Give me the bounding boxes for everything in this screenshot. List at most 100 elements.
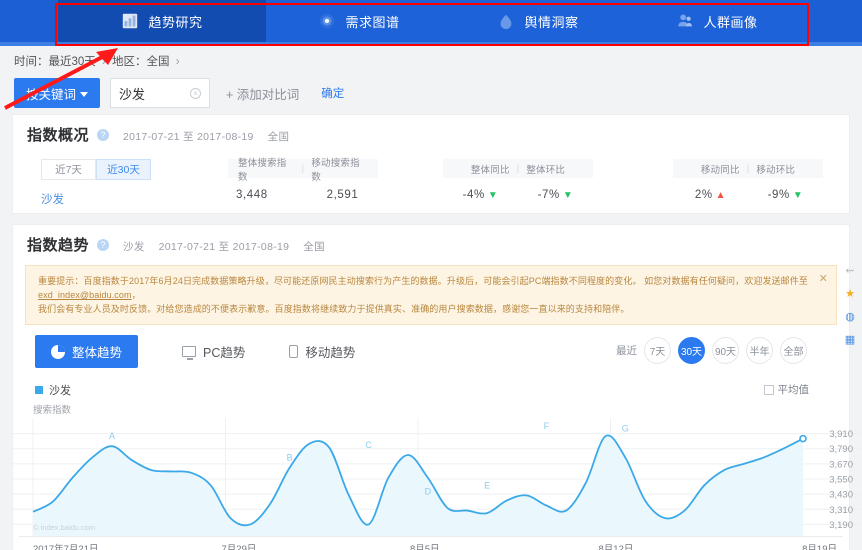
- people-icon: [676, 12, 694, 30]
- x-tick-2: 8月5日: [396, 541, 585, 550]
- chart-legend: 沙发: [13, 378, 849, 400]
- whole-compare-headers: 整体同比 | 整体环比: [443, 159, 593, 178]
- whole-compare-group: 整体同比 | 整体环比 -4%▼ -7%▼: [443, 159, 593, 201]
- confirm-button[interactable]: 确定: [321, 85, 344, 101]
- day-tab-30[interactable]: 近30天: [96, 159, 151, 180]
- question-mark-icon[interactable]: ?: [97, 239, 109, 251]
- search-index-line-chart[interactable]: 3,9103,7903,6703,5503,4303,3103,190ABCDE…: [13, 418, 862, 536]
- question-mark-icon[interactable]: ?: [97, 129, 109, 141]
- overview-body: 近7天 近30天 沙发 整体搜索指数 | 移动搜索指数 3,448 2,591 …: [13, 151, 849, 213]
- right-side-rail: ⇜ ★ ◍ ▦: [842, 262, 860, 347]
- mode-tab-mobile-label: 移动趋势: [305, 342, 355, 361]
- index-trend-panel: 指数趋势 ? 沙发 2017-07-21 至 2017-08-19 全国 重要提…: [12, 224, 850, 550]
- value-whole-yoy: -4%: [463, 189, 485, 201]
- svg-text:A: A: [109, 431, 115, 441]
- value-mobile-mom-wrap: -9%▼: [748, 189, 823, 201]
- period-30d[interactable]: 30天: [678, 337, 705, 364]
- filter-chevron-2: ›: [176, 56, 180, 68]
- svg-text:3,550: 3,550: [829, 475, 853, 486]
- chart-area: 沙发 平均值 搜索指数 3,9103,7903,6703,5503,4303,3…: [13, 378, 849, 550]
- svg-text:D: D: [425, 487, 432, 497]
- tab-crowd-portrait[interactable]: 人群画像: [624, 0, 810, 42]
- day-tab-7[interactable]: 近7天: [41, 159, 96, 180]
- average-label: 平均值: [778, 382, 810, 397]
- arrow-down-icon: ▼: [488, 190, 499, 201]
- notice-email[interactable]: exd_index@baidu.com: [38, 290, 132, 300]
- header-whole-search-index: 整体搜索指数: [238, 155, 295, 183]
- header-mobile-mom: 移动环比: [756, 162, 795, 176]
- top-navigation: 趋势研究 需求图谱 舆情洞察 人群画像: [0, 0, 862, 42]
- index-overview-panel: 指数概况 ? 2017-07-21 至 2017-08-19 全国 近7天 近3…: [12, 114, 850, 214]
- value-whole-mom-wrap: -7%▼: [518, 189, 593, 201]
- period-selector: 最近 7天 30天 90天 半年 全部: [616, 337, 807, 364]
- svg-text:C: C: [365, 440, 372, 450]
- mobile-compare-values: 2%▲ -9%▼: [673, 189, 823, 201]
- tab-demand-graph[interactable]: 需求图谱: [266, 0, 452, 42]
- nav-left-pad: [0, 0, 58, 42]
- whole-compare-values: -4%▼ -7%▼: [443, 189, 593, 201]
- search-index-headers: 整体搜索指数 | 移动搜索指数: [228, 159, 378, 178]
- phone-icon: [289, 345, 298, 358]
- chevron-down-icon: [80, 92, 88, 97]
- grid-icon[interactable]: ▦: [842, 331, 858, 347]
- clear-icon[interactable]: ×: [190, 88, 201, 99]
- period-prefix: 最近: [616, 343, 637, 358]
- value-mobile-mom: -9%: [768, 189, 790, 201]
- close-x-icon[interactable]: ✕: [819, 272, 828, 286]
- value-mobile-search-index: 2,591: [307, 189, 378, 201]
- keyword-mode-label: 按关键词: [26, 84, 76, 103]
- y-axis-title: 搜索指数: [13, 402, 849, 416]
- mode-tab-overall-label: 整体趋势: [72, 342, 122, 361]
- overview-day-tabs: 近7天 近30天: [41, 159, 151, 180]
- keyword-mode-button[interactable]: 按关键词: [14, 78, 100, 108]
- notice-line-1-tail: ，: [132, 290, 141, 300]
- svg-text:3,310: 3,310: [829, 505, 853, 516]
- trend-keyword: 沙发: [123, 239, 145, 254]
- arrow-down-icon: ▼: [793, 190, 804, 201]
- trend-date-range: 2017-07-21 至 2017-08-19: [159, 239, 290, 254]
- average-checkbox[interactable]: 平均值: [764, 382, 810, 397]
- mobile-compare-group: 移动同比 | 移动环比 2%▲ -9%▼: [673, 159, 823, 201]
- header-mobile-yoy: 移动同比: [701, 162, 740, 176]
- mode-tab-mobile[interactable]: 移动趋势: [289, 342, 355, 361]
- period-7d[interactable]: 7天: [644, 337, 671, 364]
- add-compare-word-button[interactable]: + 添加对比词: [226, 84, 299, 103]
- arrow-up-icon: ▲: [716, 190, 727, 201]
- value-mobile-yoy: 2%: [695, 189, 713, 201]
- value-whole-search-index: 3,448: [228, 189, 307, 201]
- notice-line-1: 重要提示：百度指数于2017年6月24日完成数据策略升级，尽可能还原网民主动搜索…: [38, 276, 808, 286]
- overview-keyword[interactable]: 沙发: [41, 191, 64, 207]
- keyword-input[interactable]: 沙发 ×: [110, 78, 210, 108]
- header-divider: |: [302, 163, 305, 174]
- notice-line-2: 我们会有专业人员及时反馈。对给您造成的不便表示歉意。百度指数将继续致力于提供真实…: [38, 304, 630, 314]
- star-icon[interactable]: ★: [842, 285, 858, 301]
- filter-region[interactable]: 地区：全国: [112, 56, 170, 68]
- tab-trend-research[interactable]: 趋势研究: [58, 0, 266, 42]
- mode-tab-overall[interactable]: 整体趋势: [35, 335, 138, 368]
- period-90d[interactable]: 90天: [712, 337, 739, 364]
- tab-crowd-portrait-label: 人群画像: [703, 12, 757, 31]
- mobile-compare-headers: 移动同比 | 移动环比: [673, 159, 823, 178]
- mode-tab-pc[interactable]: PC趋势: [182, 342, 245, 361]
- header-whole-yoy: 整体同比: [471, 162, 510, 176]
- pie-chart-icon: [51, 345, 65, 359]
- tab-opinion-insight[interactable]: 舆情洞察: [452, 0, 624, 42]
- filter-chevron-1: ›: [102, 56, 106, 68]
- x-tick-3: 8月12日: [585, 541, 774, 550]
- header-whole-mom: 整体环比: [526, 162, 565, 176]
- period-half-year[interactable]: 半年: [746, 337, 773, 364]
- keyword-input-value: 沙发: [119, 84, 145, 103]
- svg-text:E: E: [484, 480, 490, 490]
- help-circle-icon[interactable]: ◍: [842, 308, 858, 324]
- filter-time[interactable]: 时间：最近30天: [14, 56, 96, 68]
- trend-region: 全国: [303, 239, 325, 254]
- svg-text:F: F: [544, 421, 550, 431]
- arrow-down-icon: ▼: [563, 190, 574, 201]
- tab-opinion-insight-label: 舆情洞察: [524, 12, 578, 31]
- share-icon[interactable]: ⇜: [842, 262, 858, 278]
- speech-drop-icon: [497, 12, 515, 30]
- svg-text:3,910: 3,910: [829, 429, 853, 440]
- period-all[interactable]: 全部: [780, 337, 807, 364]
- trend-header: 指数趋势 ? 沙发 2017-07-21 至 2017-08-19 全国: [13, 225, 849, 261]
- search-row: 按关键词 沙发 × + 添加对比词 确定: [0, 72, 862, 114]
